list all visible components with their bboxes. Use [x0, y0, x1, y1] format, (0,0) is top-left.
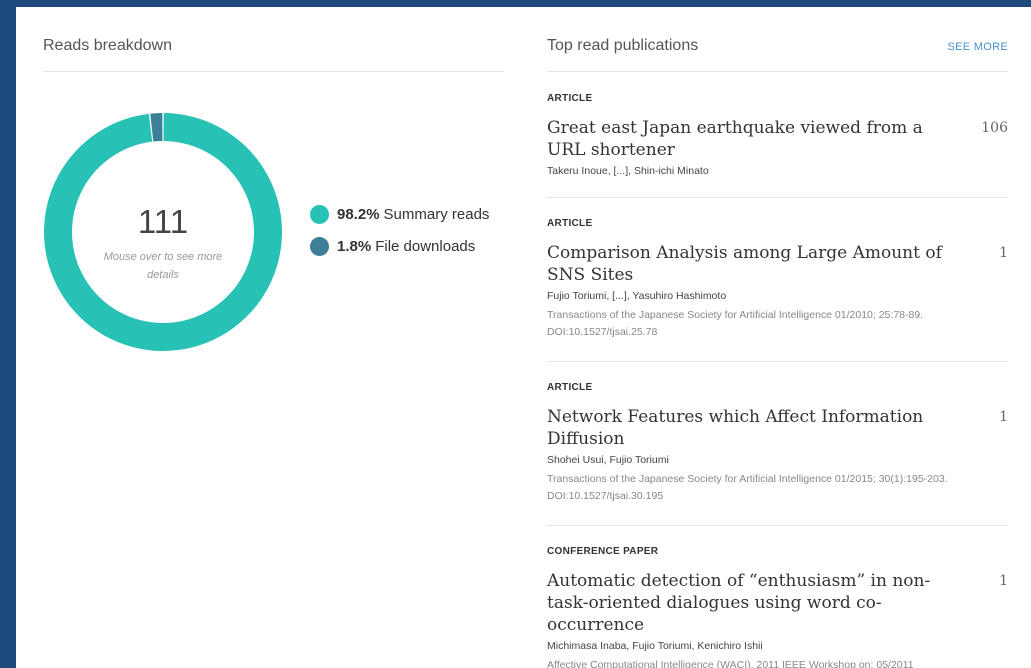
legend-item-summary-reads[interactable]: 98.2% Summary reads	[310, 203, 489, 225]
publication-type: CONFERENCE PAPER	[547, 546, 659, 557]
legend-dot-summary	[310, 204, 329, 224]
publication-authors[interactable]: Fujio Toriumi, [...], Yasuhiro Hashimoto	[547, 289, 1008, 303]
publication-item: ARTICLE Great east Japan earthquake view…	[547, 93, 1008, 178]
top-read-title: Top read publications	[547, 37, 699, 54]
divider	[547, 525, 1008, 526]
see-more-link[interactable]: SEE MORE	[948, 41, 1008, 53]
publication-reads: 1	[999, 573, 1008, 589]
publication-authors[interactable]: Takeru Inoue, [...], Shin-ichi Minato	[547, 164, 1008, 178]
divider	[547, 361, 1008, 362]
publication-type: ARTICLE	[547, 382, 593, 393]
publication-source: Affective Computational Intelligence (WA…	[547, 659, 914, 668]
publication-type: ARTICLE	[547, 93, 593, 104]
divider	[43, 71, 504, 72]
publication-title-link[interactable]: Comparison Analysis among Large Amount o…	[547, 242, 957, 286]
publication-reads: 1	[999, 409, 1008, 425]
publication-authors[interactable]: Michimasa Inaba, Fujio Toriumi, Kenichir…	[547, 639, 1008, 653]
publication-source: Transactions of the Japanese Society for…	[547, 309, 924, 338]
publication-reads: 106	[981, 120, 1008, 136]
reads-breakdown-title: Reads breakdown	[43, 37, 172, 54]
legend-dot-downloads	[310, 236, 329, 256]
stats-panel: Reads breakdown 111 Mouse over to see mo…	[16, 7, 1031, 668]
publication-title-link[interactable]: Network Features which Affect Informatio…	[547, 406, 957, 450]
publication-reads: 1	[999, 245, 1008, 261]
legend-item-file-downloads[interactable]: 1.8% File downloads	[310, 235, 489, 257]
publication-item: CONFERENCE PAPER Automatic detection of …	[547, 546, 1008, 668]
chart-legend: 98.2% Summary reads 1.8% File downloads	[310, 203, 489, 267]
donut-hint: Mouse over to see more details	[103, 251, 223, 281]
legend-pct: 98.2%	[337, 205, 380, 223]
publication-source: Transactions of the Japanese Society for…	[547, 473, 948, 502]
publication-item: ARTICLE Comparison Analysis among Large …	[547, 218, 1008, 341]
legend-pct: 1.8%	[337, 237, 372, 255]
donut-slice-file-downloads[interactable]	[150, 113, 163, 142]
publication-title-link[interactable]: Great east Japan earthquake viewed from …	[547, 117, 957, 161]
publication-title-link[interactable]: Automatic detection of “enthusiasm” in n…	[547, 570, 957, 636]
publication-type: ARTICLE	[547, 218, 593, 229]
publication-item: ARTICLE Network Features which Affect In…	[547, 382, 1008, 505]
total-reads: 111	[137, 203, 189, 240]
divider	[547, 197, 1008, 198]
divider	[547, 71, 1008, 72]
reads-donut-chart[interactable]: 111 Mouse over to see more details	[43, 112, 283, 352]
legend-label: Summary reads	[383, 205, 490, 223]
publication-authors[interactable]: Shohei Usui, Fujio Toriumi	[547, 453, 1008, 467]
legend-label: File downloads	[375, 237, 476, 255]
